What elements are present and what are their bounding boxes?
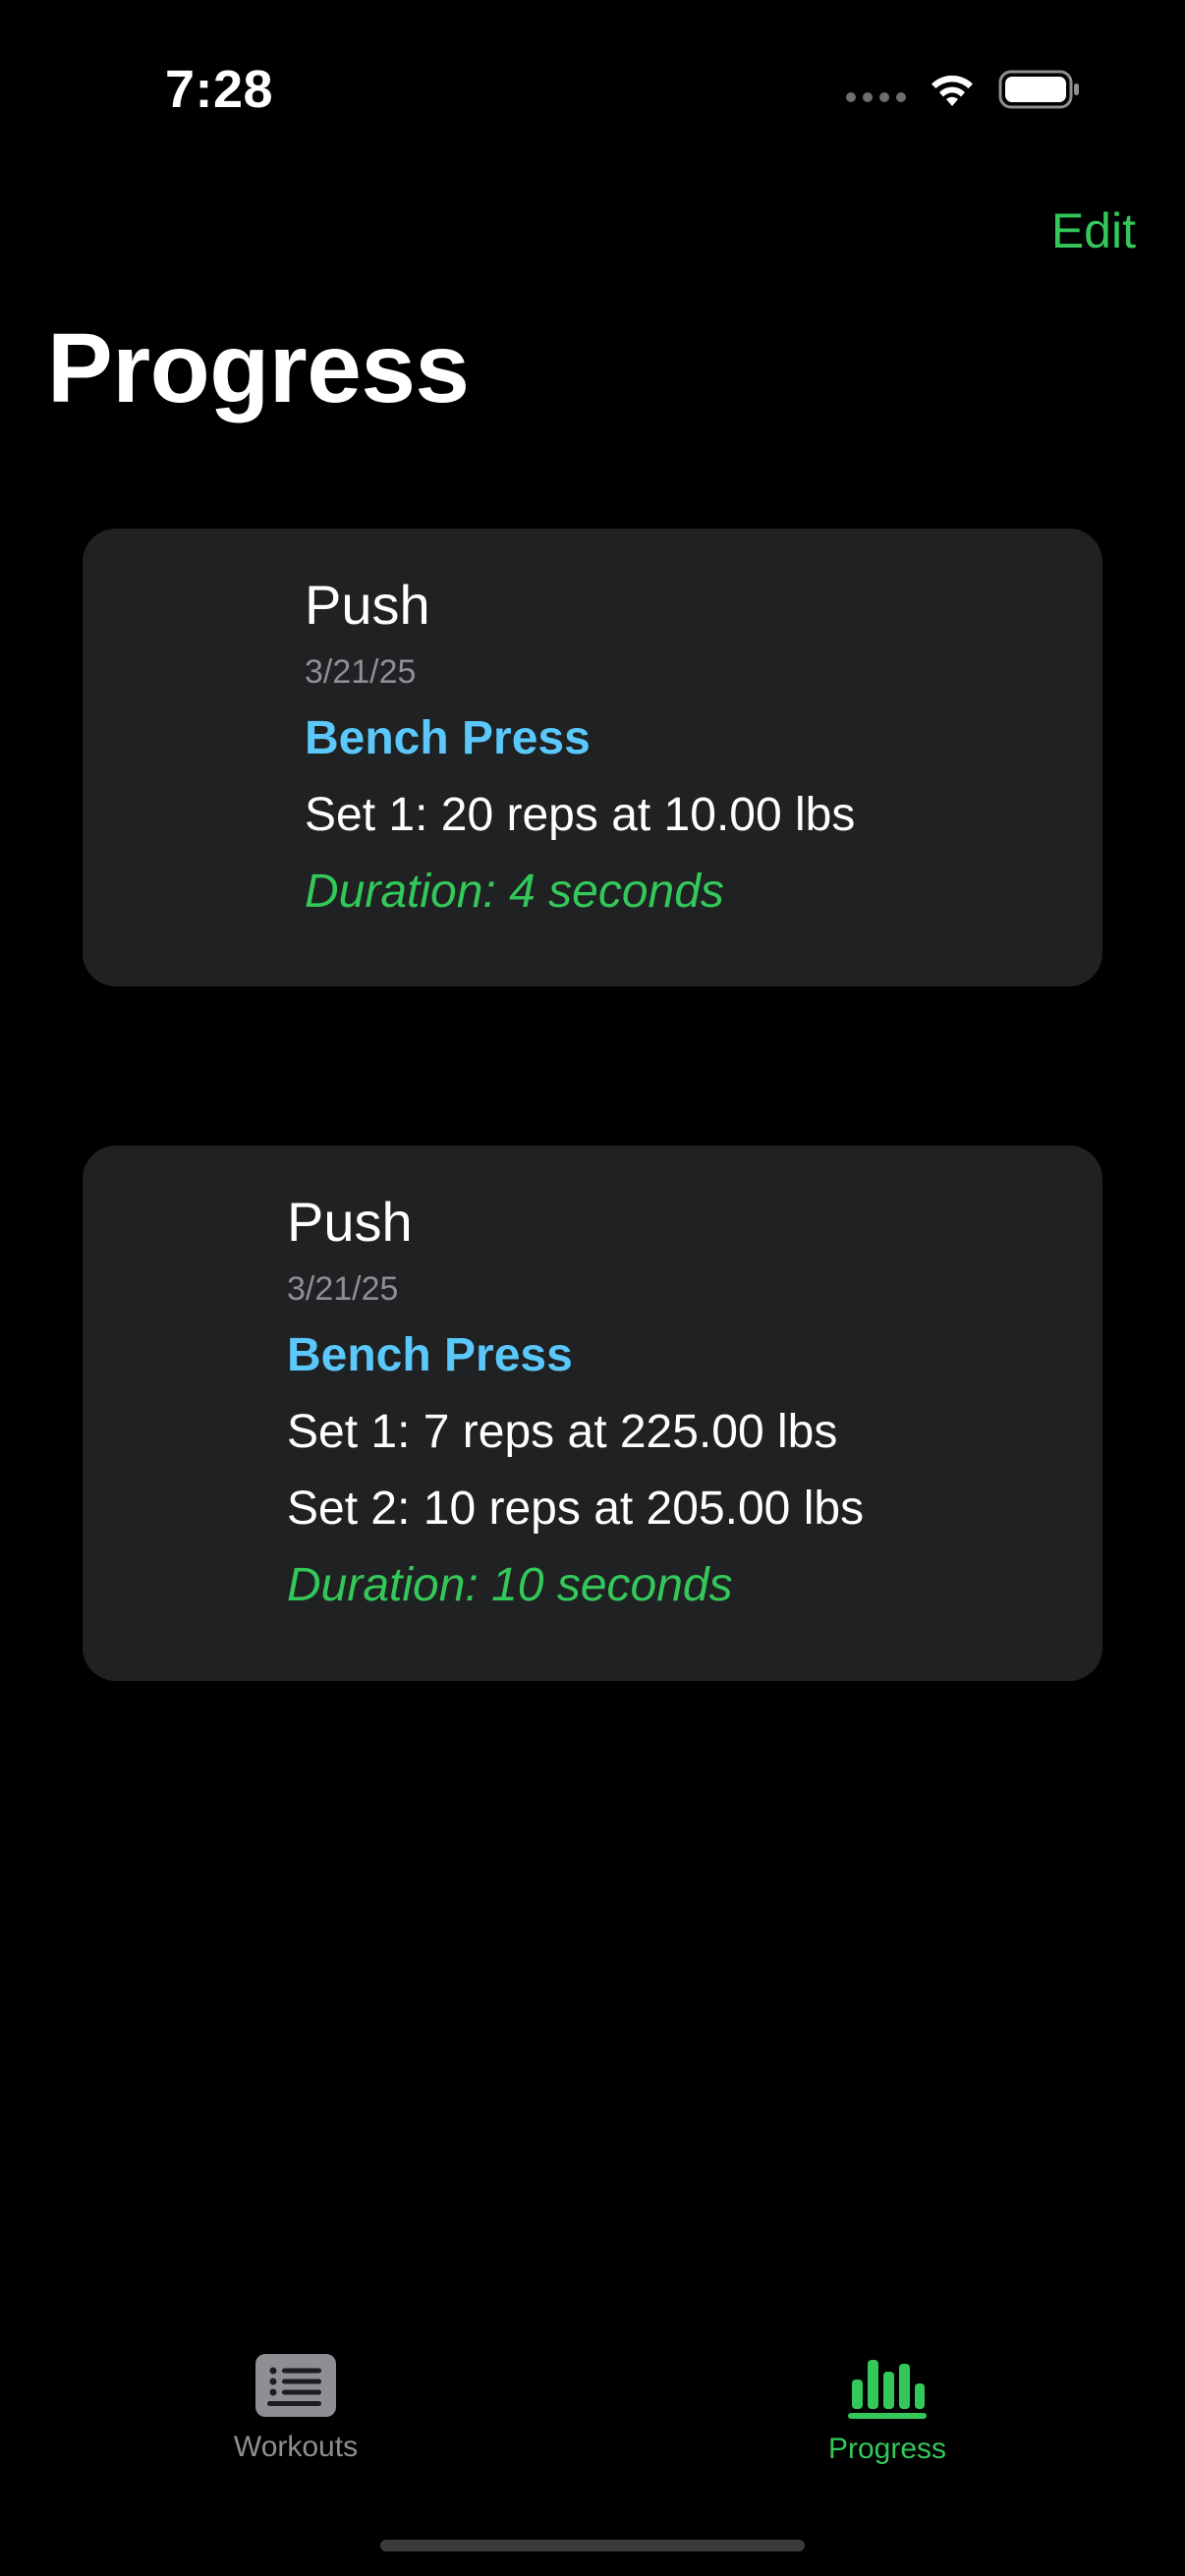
list-icon	[255, 2354, 336, 2417]
battery-icon	[998, 70, 1079, 109]
tab-workouts[interactable]: Workouts	[148, 2354, 443, 2464]
workout-card[interactable]: Push 3/21/25 Bench Press Set 1: 20 reps …	[83, 529, 1102, 986]
page-title: Progress	[47, 313, 470, 423]
wifi-icon	[931, 75, 973, 106]
cellular-signal-icon	[846, 92, 906, 102]
workout-duration: Duration: 4 seconds	[305, 866, 724, 918]
set-line: Set 1: 20 reps at 10.00 lbs	[305, 789, 856, 841]
tab-progress[interactable]: Progress	[740, 2354, 1035, 2466]
tab-label: Progress	[827, 2433, 947, 2465]
exercise-name: Bench Press	[287, 1329, 573, 1381]
workout-date: 3/21/25	[287, 1270, 399, 1308]
workout-date: 3/21/25	[305, 653, 417, 691]
workout-card[interactable]: Push 3/21/25 Bench Press Set 1: 7 reps a…	[83, 1146, 1102, 1681]
workout-card-content: Push 3/21/25 Bench Press Set 1: 20 reps …	[305, 576, 855, 922]
bar-chart-icon	[848, 2360, 927, 2419]
status-time: 7:28	[165, 60, 274, 119]
workout-name: Push	[305, 574, 430, 636]
workout-duration: Duration: 10 seconds	[287, 1559, 733, 1611]
home-indicator	[380, 2540, 805, 2551]
set-line: Set 1: 7 reps at 225.00 lbs	[287, 1406, 838, 1458]
exercise-name: Bench Press	[305, 712, 591, 764]
workout-card-content: Push 3/21/25 Bench Press Set 1: 7 reps a…	[287, 1193, 864, 1615]
status-icons	[846, 69, 1081, 110]
set-line: Set 2: 10 reps at 205.00 lbs	[287, 1483, 865, 1535]
workout-name: Push	[287, 1191, 413, 1253]
tab-label: Workouts	[233, 2431, 359, 2463]
edit-button[interactable]: Edit	[1051, 202, 1136, 259]
